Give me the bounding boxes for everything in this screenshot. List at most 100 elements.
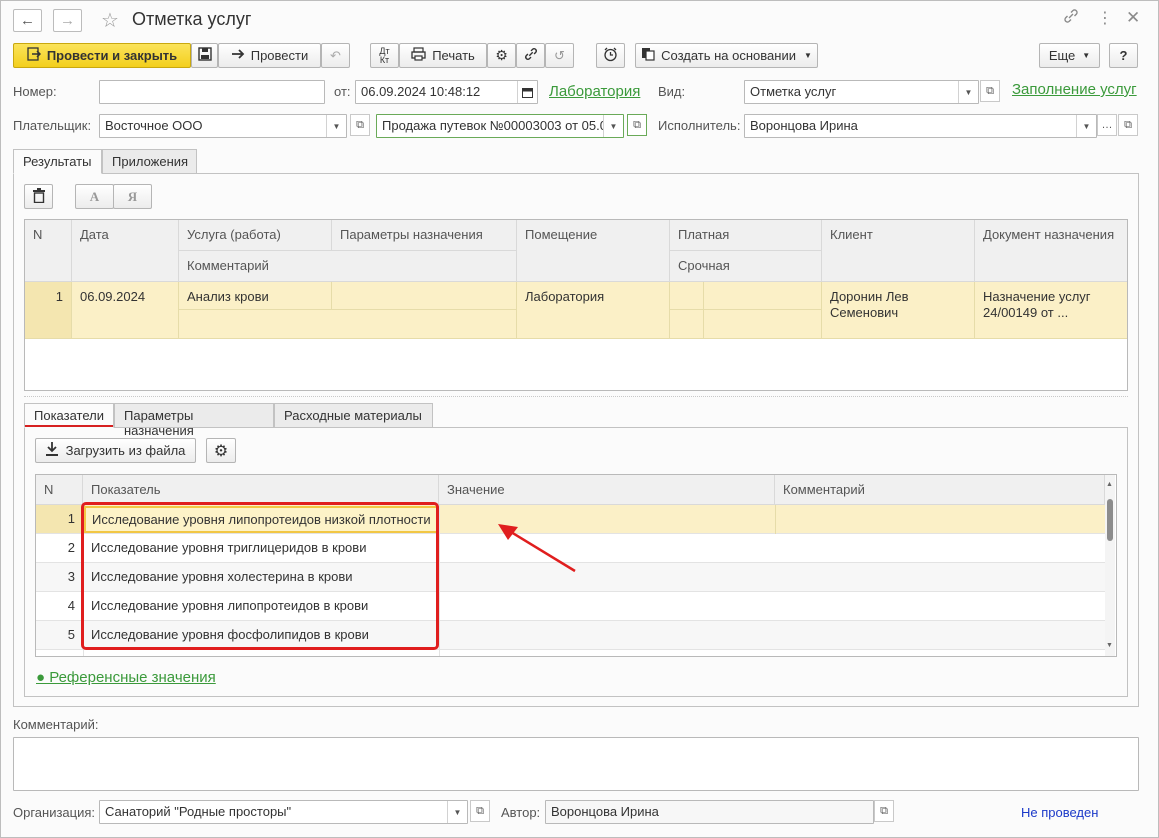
- close-icon[interactable]: ✕: [1126, 8, 1140, 28]
- scroll-down-icon[interactable]: ▼: [1106, 642, 1113, 649]
- favorite-star-icon[interactable]: ☆: [101, 8, 119, 33]
- sale-document-field[interactable]: Продажа путевок №00003003 от 05.0 ▼: [376, 114, 624, 138]
- laboratory-link[interactable]: Лаборатория: [549, 83, 640, 100]
- col-n[interactable]: N: [25, 220, 72, 282]
- gear-icon: ⚙: [213, 442, 229, 460]
- author-field: Воронцова Ирина: [545, 800, 874, 824]
- dt-kt-button[interactable]: Дт Кт: [370, 43, 399, 68]
- post-arrow-icon: [231, 48, 245, 63]
- executor-select-icon[interactable]: …: [1097, 114, 1117, 136]
- open-author-icon[interactable]: ⧉: [874, 800, 894, 822]
- executor-field[interactable]: Воронцова Ирина ▼: [744, 114, 1097, 138]
- post-button[interactable]: Провести: [218, 43, 321, 68]
- payer-field[interactable]: Восточное ООО ▼: [99, 114, 347, 138]
- tab-assignment-params[interactable]: Параметры назначения: [114, 403, 274, 438]
- row-n[interactable]: 1: [25, 282, 72, 339]
- open-executor-icon[interactable]: ⧉: [1118, 114, 1138, 136]
- help-button[interactable]: ?: [1109, 43, 1138, 68]
- reference-values-link[interactable]: ● Референсные значения: [36, 669, 216, 686]
- tab-attachments[interactable]: Приложения: [102, 149, 197, 174]
- col-value[interactable]: Значение: [439, 475, 775, 505]
- chevron-down-icon[interactable]: ▼: [958, 81, 978, 103]
- col-params[interactable]: Параметры назначения: [332, 220, 517, 251]
- back-button[interactable]: ←: [13, 9, 42, 32]
- printer-icon: [411, 47, 426, 64]
- splitter[interactable]: [24, 396, 1128, 397]
- history-button[interactable]: ↺: [545, 43, 574, 68]
- row-urgent[interactable]: [704, 310, 822, 339]
- number-label: Номер:: [13, 84, 57, 99]
- row-paid-check[interactable]: [670, 282, 704, 310]
- scrollbar-thumb[interactable]: [1107, 499, 1113, 541]
- chevron-down-icon[interactable]: ▼: [603, 115, 623, 137]
- settings-button[interactable]: ⚙: [206, 438, 236, 463]
- author-label: Автор:: [501, 805, 541, 820]
- col-doc[interactable]: Документ назначения: [975, 220, 1127, 282]
- arrow-left-icon: ←: [20, 12, 35, 29]
- arrow-right-icon: →: [60, 12, 75, 29]
- highlight-box: [81, 502, 439, 650]
- row-date[interactable]: 06.09.2024: [72, 282, 179, 339]
- row-service[interactable]: Анализ крови: [179, 282, 332, 310]
- create-based-on-button[interactable]: Создать на основании ▼: [635, 43, 818, 68]
- date-field[interactable]: 06.09.2024 10:48:12: [355, 80, 538, 104]
- row-client[interactable]: Доронин Лев Семенович: [822, 282, 975, 339]
- more-button[interactable]: Еще ▼: [1039, 43, 1100, 68]
- open-payer-icon[interactable]: ⧉: [350, 114, 370, 136]
- col-n[interactable]: N: [36, 475, 83, 505]
- date-label: от:: [334, 84, 351, 99]
- print-button[interactable]: Печать: [399, 43, 487, 68]
- row-doc[interactable]: Назначение услуг 24/00149 от ...: [975, 282, 1127, 339]
- more-vert-icon[interactable]: ⋮: [1097, 8, 1113, 28]
- link-button[interactable]: [516, 43, 545, 68]
- calendar-icon[interactable]: [517, 81, 537, 103]
- link-icon[interactable]: [1063, 8, 1079, 29]
- tab-consumables[interactable]: Расходные материалы: [274, 403, 433, 428]
- settings-gears-button[interactable]: ⚙: [487, 43, 516, 68]
- col-date[interactable]: Дата: [72, 220, 179, 282]
- col-service[interactable]: Услуга (работа): [179, 220, 332, 251]
- row-paid[interactable]: [704, 282, 822, 310]
- open-sale-icon[interactable]: ⧉: [627, 114, 647, 136]
- tab-results[interactable]: Результаты: [13, 149, 102, 174]
- col-comment[interactable]: Комментарий: [775, 475, 1105, 505]
- col-urgent[interactable]: Срочная: [670, 251, 822, 282]
- row-params[interactable]: [332, 282, 517, 310]
- fill-services-link[interactable]: Заполнение услуг: [1012, 81, 1137, 98]
- open-organization-icon[interactable]: ⧉: [470, 800, 490, 822]
- row-urgent-check[interactable]: [670, 310, 704, 339]
- chevron-down-icon[interactable]: ▼: [1076, 115, 1096, 137]
- row-n: 2: [36, 534, 83, 563]
- vertical-scrollbar[interactable]: ▲ ▼: [1105, 475, 1115, 656]
- col-indicator[interactable]: Показатель: [83, 475, 439, 505]
- chevron-down-icon[interactable]: ▼: [326, 115, 346, 137]
- comment-textarea[interactable]: [13, 737, 1139, 791]
- save-button[interactable]: [191, 43, 218, 68]
- row-room[interactable]: Лаборатория: [517, 282, 670, 339]
- dt-kt-icon: Дт Кт: [379, 45, 390, 65]
- load-from-file-button[interactable]: Загрузить из файла: [35, 438, 196, 463]
- trash-icon: [32, 187, 45, 206]
- number-field[interactable]: [99, 80, 325, 104]
- chain-link-icon: [524, 47, 538, 64]
- sort-az-button[interactable]: А: [75, 184, 114, 209]
- row-n: 4: [36, 592, 83, 621]
- kind-field[interactable]: Отметка услуг ▼: [744, 80, 979, 104]
- forward-button[interactable]: →: [53, 9, 82, 32]
- col-room[interactable]: Помещение: [517, 220, 670, 282]
- col-client[interactable]: Клиент: [822, 220, 975, 282]
- organization-field[interactable]: Санаторий "Родные просторы" ▼: [99, 800, 468, 824]
- open-kind-icon[interactable]: ⧉: [980, 80, 1000, 102]
- results-table[interactable]: N Дата Услуга (работа) Параметры назначе…: [24, 219, 1128, 391]
- chevron-down-icon[interactable]: ▼: [447, 801, 467, 823]
- col-paid[interactable]: Платная: [670, 220, 822, 251]
- undo-post-button[interactable]: ↶: [321, 43, 350, 68]
- post-and-close-button[interactable]: Провести и закрыть: [13, 43, 191, 68]
- col-comment[interactable]: Комментарий: [179, 251, 517, 282]
- reminder-button[interactable]: [596, 43, 625, 68]
- delete-button[interactable]: [24, 184, 53, 209]
- sort-za-button[interactable]: Я: [113, 184, 152, 209]
- row-n: 1: [36, 505, 83, 534]
- row-comment[interactable]: [179, 310, 517, 339]
- scroll-up-icon[interactable]: ▲: [1106, 481, 1113, 488]
